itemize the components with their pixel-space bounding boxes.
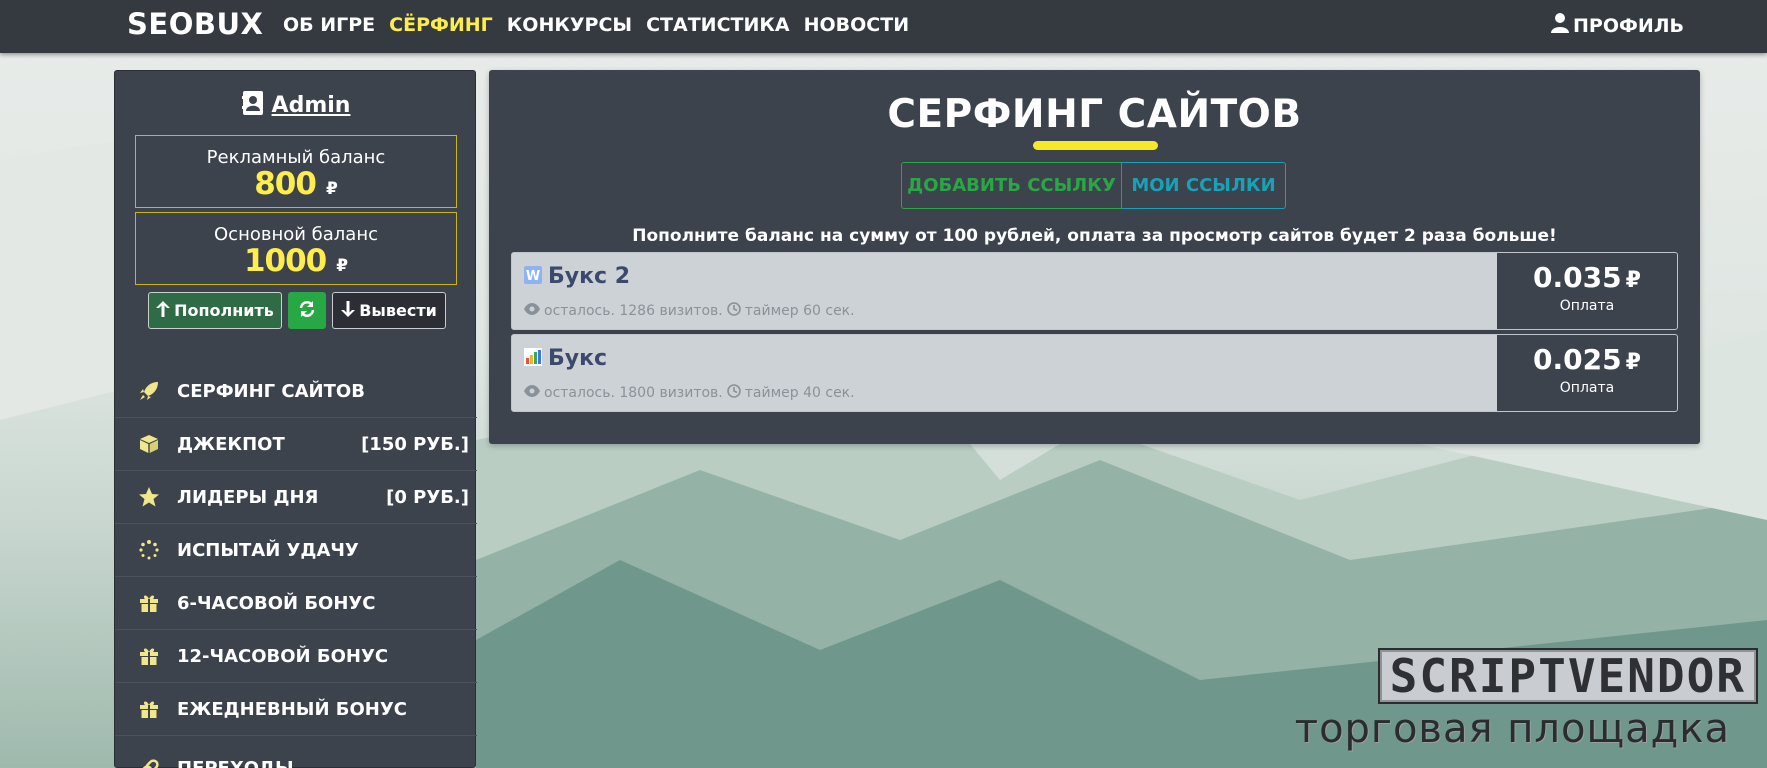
withdraw-button[interactable]: Вывести	[332, 292, 446, 329]
balance-actions: Пополнить Вывести	[148, 292, 446, 329]
site-name-link[interactable]: Букс	[548, 346, 607, 371]
nav-links: ОБ ИГРЕ СЁРФИНГ КОНКУРСЫ СТАТИСТИКА НОВО…	[283, 14, 923, 36]
site-payment: 0.025 ₽ Оплата	[1497, 335, 1677, 411]
nav-news[interactable]: НОВОСТИ	[804, 14, 910, 36]
site-title: W Букс 2	[524, 264, 630, 289]
link-icon	[137, 757, 161, 768]
sidebar-item-label: ПЕРЕХОДЫ	[177, 758, 294, 768]
sidebar-item-leaders[interactable]: ЛИДЕРЫ ДНЯ [0 РУБ.]	[115, 471, 477, 524]
jackpot-amount: [150 РУБ.]	[361, 433, 469, 455]
gift-icon	[137, 591, 161, 615]
deposit-notice: Пополните баланс на сумму от 100 рублей,…	[632, 226, 1557, 246]
spinner-icon	[137, 538, 161, 562]
site-currency: ₽	[1625, 350, 1641, 375]
clock-icon	[726, 384, 741, 402]
gift-icon	[137, 644, 161, 668]
arrow-up-icon	[156, 300, 171, 321]
title-underline	[1033, 141, 1158, 150]
site-timer: таймер 40 сек.	[744, 385, 855, 401]
cube-icon	[137, 432, 161, 456]
sidebar-item-jackpot[interactable]: ДЖЕКПОТ [150 РУБ.]	[115, 418, 477, 471]
top-navbar: SEOBUX ОБ ИГРЕ СЁРФИНГ КОНКУРСЫ СТАТИСТИ…	[0, 0, 1767, 53]
user-block: Admin	[115, 91, 477, 119]
w-site-icon: W	[524, 265, 542, 288]
ad-balance-box: Рекламный баланс 800 ₽	[135, 135, 457, 208]
sidebar-item-label: ДЖЕКПОТ	[177, 433, 285, 455]
site-title: Букс	[524, 346, 607, 371]
ad-balance-label: Рекламный баланс	[206, 147, 386, 168]
site-remaining: осталось. 1286 визитов.	[544, 303, 723, 319]
site-remaining: осталось. 1800 визитов.	[544, 385, 723, 401]
surfing-panel: СЕРФИНГ САЙТОВ ДОБАВИТЬ ССЫЛКУ МОИ ССЫЛК…	[489, 70, 1700, 444]
sidebar-item-label: ЕЖЕДНЕВНЫЙ БОНУС	[177, 698, 407, 720]
sidebar-menu: СЕРФИНГ САЙТОВ ДЖЕКПОТ [150 РУБ.] ЛИДЕРЫ…	[115, 365, 477, 768]
refresh-button[interactable]	[288, 292, 326, 329]
sidebar-item-label: СЕРФИНГ САЙТОВ	[177, 380, 365, 402]
scriptvendor-watermark: SCRIPTVENDOR торговая площадка	[1168, 648, 1758, 752]
site-meta: осталось. 1286 визитов. таймер 60 сек.	[524, 302, 855, 320]
address-card-icon	[241, 91, 264, 119]
refresh-icon	[298, 300, 316, 322]
main-balance-currency: ₽	[336, 256, 349, 276]
svg-text:W: W	[526, 269, 540, 284]
sidebar-item-daily-bonus[interactable]: ЕЖЕДНЕВНЫЙ БОНУС	[115, 683, 477, 736]
site-meta: осталось. 1800 визитов. таймер 40 сек.	[524, 384, 855, 402]
site-row[interactable]: W Букс 2 осталось. 1286 визитов. таймер …	[511, 252, 1678, 330]
watermark-subtitle: торговая площадка	[1294, 706, 1730, 752]
sidebar: Admin Рекламный баланс 800 ₽ Основной ба…	[114, 70, 477, 768]
nav-contests[interactable]: КОНКУРСЫ	[507, 14, 632, 36]
site-timer: таймер 60 сек.	[744, 303, 855, 319]
profile-link[interactable]: ПРОФИЛЬ	[1551, 13, 1684, 38]
sidebar-item-luck[interactable]: ИСПЫТАЙ УДАЧУ	[115, 524, 477, 577]
leaders-amount: [0 РУБ.]	[386, 486, 469, 508]
sidebar-item-label: 6-ЧАСОВОЙ БОНУС	[177, 592, 376, 614]
site-price: 0.025	[1533, 343, 1622, 376]
deposit-label: Пополнить	[174, 301, 274, 320]
clock-icon	[726, 302, 741, 320]
main-balance-amount: 1000	[243, 243, 327, 279]
withdraw-label: Вывести	[359, 301, 437, 320]
main-balance-box: Основной баланс 1000 ₽	[135, 212, 457, 285]
page-title: СЕРФИНГ САЙТОВ	[887, 92, 1302, 137]
sidebar-item-surfing[interactable]: СЕРФИНГ САЙТОВ	[115, 365, 477, 418]
sidebar-item-label: 12-ЧАСОВОЙ БОНУС	[177, 645, 389, 667]
sidebar-item-label: ЛИДЕРЫ ДНЯ	[177, 486, 319, 508]
link-actions: ДОБАВИТЬ ССЫЛКУ МОИ ССЫЛКИ	[901, 162, 1286, 209]
nav-about[interactable]: ОБ ИГРЕ	[283, 14, 375, 36]
username-link[interactable]: Admin	[272, 93, 351, 118]
add-link-button[interactable]: ДОБАВИТЬ ССЫЛКУ	[901, 162, 1122, 209]
main-balance-label: Основной баланс	[214, 224, 378, 245]
user-icon	[1551, 13, 1569, 38]
site-pay-label: Оплата	[1559, 380, 1615, 396]
chart-site-icon	[524, 347, 542, 370]
rocket-icon	[137, 379, 161, 403]
ad-balance-amount: 800	[254, 166, 317, 202]
sidebar-item-bonus-12h[interactable]: 12-ЧАСОВОЙ БОНУС	[115, 630, 477, 683]
nav-statistics[interactable]: СТАТИСТИКА	[646, 14, 790, 36]
ad-balance-currency: ₽	[325, 179, 338, 199]
arrow-down-icon	[341, 300, 356, 321]
eye-icon	[524, 385, 540, 401]
site-payment: 0.035 ₽ Оплата	[1497, 253, 1677, 329]
sidebar-item-label: ИСПЫТАЙ УДАЧУ	[177, 539, 359, 561]
nav-surfing[interactable]: СЁРФИНГ	[389, 14, 493, 36]
watermark-title: SCRIPTVENDOR	[1377, 648, 1758, 704]
deposit-button[interactable]: Пополнить	[148, 292, 282, 329]
my-links-button[interactable]: МОИ ССЫЛКИ	[1122, 162, 1286, 209]
site-currency: ₽	[1625, 268, 1641, 293]
sidebar-item-bonus-6h[interactable]: 6-ЧАСОВОЙ БОНУС	[115, 577, 477, 630]
sidebar-item-referrals[interactable]: ПЕРЕХОДЫ	[115, 742, 477, 768]
star-icon	[137, 485, 161, 509]
site-pay-label: Оплата	[1559, 298, 1615, 314]
site-price: 0.035	[1533, 261, 1622, 294]
site-name-link[interactable]: Букс 2	[548, 264, 630, 289]
eye-icon	[524, 303, 540, 319]
site-row[interactable]: Букс осталось. 1800 визитов. таймер 40 с…	[511, 334, 1678, 412]
brand-logo[interactable]: SEOBUX	[127, 7, 263, 41]
profile-label: ПРОФИЛЬ	[1573, 14, 1684, 37]
gift-icon	[137, 697, 161, 721]
